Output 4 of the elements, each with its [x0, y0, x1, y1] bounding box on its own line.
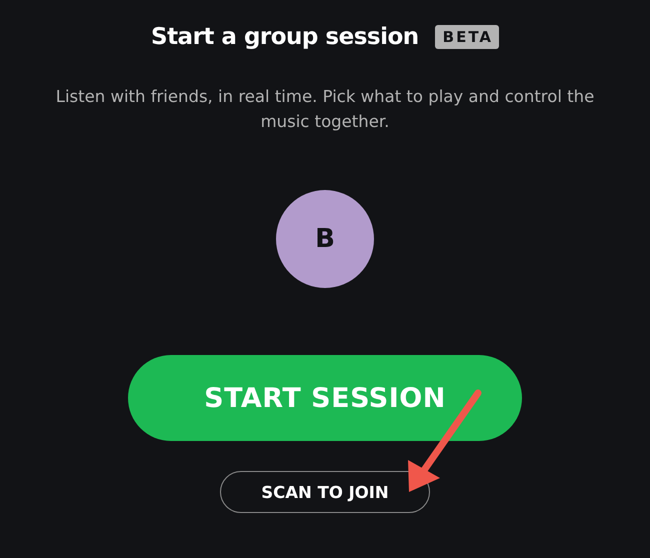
description: Listen with friends, in real time. Pick what to play and control the music together.: [54, 86, 596, 133]
avatar: B: [276, 190, 374, 288]
dialog-title: Start a group session: [151, 24, 419, 50]
beta-badge: BETA: [434, 25, 499, 49]
